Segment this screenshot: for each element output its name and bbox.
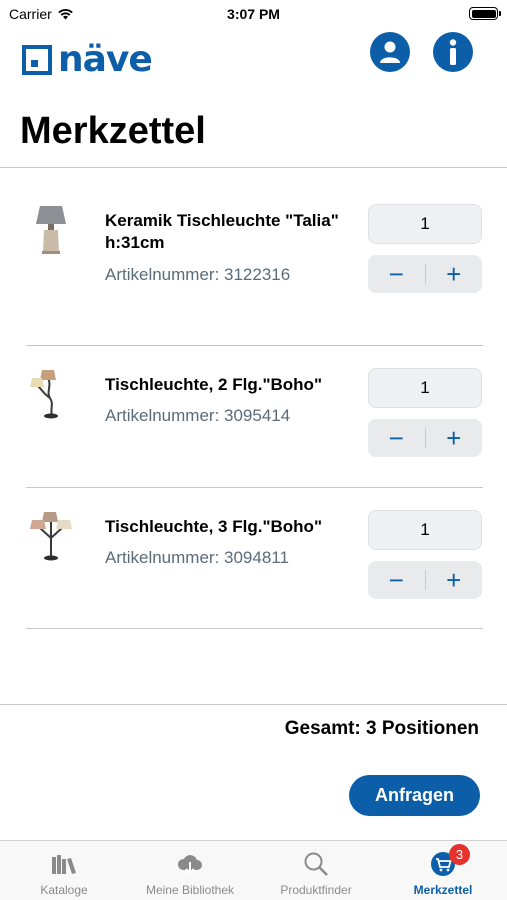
battery-icon bbox=[469, 7, 501, 20]
quantity-stepper: − + bbox=[368, 561, 482, 599]
divider bbox=[0, 704, 507, 705]
article-number: Artikelnummer: 3095414 bbox=[105, 406, 291, 425]
logo-text: näve bbox=[58, 39, 153, 80]
product-name: Keramik Tischleuchte "Talia" h:31cm bbox=[105, 211, 339, 252]
user-icon bbox=[380, 41, 400, 63]
info-icon bbox=[449, 39, 457, 65]
article-number: Artikelnummer: 3094811 bbox=[105, 548, 289, 567]
tab-label: Kataloge bbox=[40, 883, 88, 897]
divider bbox=[0, 167, 507, 168]
quantity-stepper: − + bbox=[368, 419, 482, 457]
tab-bar: Kataloge Meine Bibliothek Produktfinder bbox=[0, 840, 507, 900]
total-label: Gesamt: 3 Positionen bbox=[284, 718, 479, 739]
quantity-field[interactable]: 1 bbox=[368, 510, 482, 550]
increment-button[interactable]: + bbox=[426, 419, 483, 457]
article-number: Artikelnummer: 3122316 bbox=[105, 265, 291, 284]
quantity-field[interactable]: 1 bbox=[368, 204, 482, 244]
product-thumbnail bbox=[30, 370, 58, 419]
status-time: 3:07 PM bbox=[227, 6, 280, 22]
decrement-button[interactable]: − bbox=[368, 255, 425, 293]
tab-label: Produktfinder bbox=[280, 883, 352, 897]
info-button[interactable] bbox=[433, 32, 473, 72]
tab-label: Merkzettel bbox=[413, 883, 473, 897]
page-title: Merkzettel bbox=[20, 110, 206, 152]
status-bar: Carrier 3:07 PM bbox=[0, 0, 507, 28]
cloud-download-icon bbox=[177, 855, 202, 875]
tab-meine-bibliothek[interactable]: Meine Bibliothek bbox=[127, 841, 253, 900]
search-icon bbox=[304, 852, 328, 876]
product-thumbnail bbox=[36, 206, 66, 254]
tab-label: Meine Bibliothek bbox=[145, 883, 235, 897]
books-icon bbox=[52, 855, 76, 874]
divider bbox=[26, 487, 483, 488]
divider bbox=[26, 345, 483, 346]
decrement-button[interactable]: − bbox=[368, 419, 425, 457]
product-name: Tischleuchte, 3 Flg."Boho" bbox=[105, 517, 322, 536]
increment-button[interactable]: + bbox=[426, 561, 483, 599]
cart-badge: 3 bbox=[449, 844, 470, 865]
product-name: Tischleuchte, 2 Flg."Boho" bbox=[105, 375, 322, 394]
product-thumbnail bbox=[30, 512, 72, 561]
profile-button[interactable] bbox=[370, 32, 410, 72]
tab-kataloge[interactable]: Kataloge bbox=[1, 841, 127, 900]
divider bbox=[26, 628, 483, 629]
request-button[interactable]: Anfragen bbox=[349, 775, 480, 816]
tab-merkzettel[interactable]: 3 Merkzettel bbox=[380, 841, 506, 900]
brand-logo: näve bbox=[22, 39, 153, 80]
tab-produktfinder[interactable]: Produktfinder bbox=[253, 841, 379, 900]
quantity-stepper: − + bbox=[368, 255, 482, 293]
logo-mark bbox=[22, 45, 52, 75]
quantity-field[interactable]: 1 bbox=[368, 368, 482, 408]
increment-button[interactable]: + bbox=[426, 255, 483, 293]
decrement-button[interactable]: − bbox=[368, 561, 425, 599]
